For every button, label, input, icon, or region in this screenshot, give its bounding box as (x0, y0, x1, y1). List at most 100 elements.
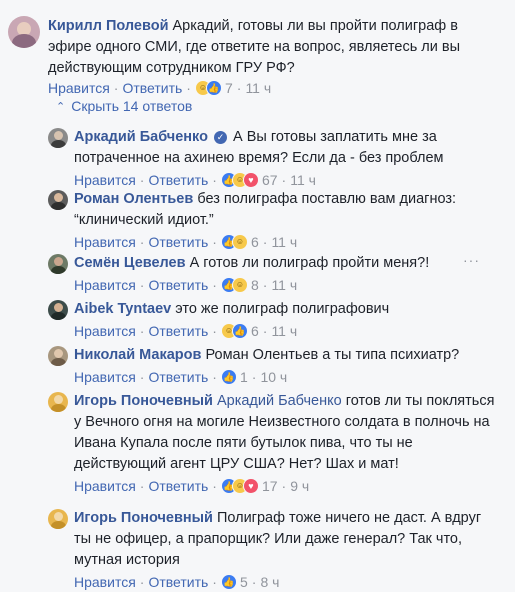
reactions[interactable]: 👍 ☺ ♥ (220, 478, 259, 494)
reply-comment: Аркадий Бабченко ✓ А Вы готовы заплатить… (48, 127, 508, 189)
reaction-count[interactable]: 6 (251, 322, 259, 340)
separator: · (281, 172, 287, 188)
comment-author[interactable]: Аркадий Бабченко (74, 129, 208, 145)
avatar[interactable] (48, 346, 68, 366)
like-button[interactable]: Нравится (74, 276, 136, 294)
timestamp[interactable]: 11 ч (271, 233, 297, 251)
reaction-count[interactable]: 5 (240, 573, 248, 591)
comment-author[interactable]: Кирилл Полевой (48, 18, 168, 34)
separator: · (139, 172, 145, 188)
avatar[interactable] (48, 509, 68, 529)
like-button[interactable]: Нравится (74, 368, 136, 386)
chevron-up-icon: ⌃ (56, 100, 66, 113)
separator: · (251, 574, 257, 590)
reply-button[interactable]: Ответить (148, 233, 208, 251)
reactions[interactable]: 👍 ☺ (220, 277, 248, 293)
reply-button[interactable]: Ответить (148, 276, 208, 294)
comment-text: это же полиграф полиграфович (175, 301, 390, 317)
reactions[interactable]: 👍 (220, 574, 237, 590)
separator: · (212, 172, 217, 188)
reply-button[interactable]: Ответить (148, 477, 208, 495)
like-button[interactable]: Нравится (74, 233, 136, 251)
comment-actions: Нравится · Ответить · 👍 ☺ 8 · 11 ч (74, 276, 499, 294)
reactions[interactable]: 👍 ☺ (220, 234, 248, 250)
like-icon: 👍 (220, 369, 237, 385)
avatar[interactable] (48, 190, 68, 210)
like-icon: 👍 (231, 323, 248, 339)
timestamp[interactable]: 11 ч (271, 322, 297, 340)
reply-comment: Игорь Поночевный Полиграф тоже ничего не… (48, 508, 508, 591)
separator: · (139, 478, 145, 494)
separator: · (212, 277, 217, 293)
comment-author[interactable]: Роман Олентьев (74, 191, 193, 207)
comment-actions: Нравится · Ответить · ☺ 👍 7 · 11 ч (48, 79, 272, 97)
comment-body: Семён Цевелев А готов ли полиграф пройти… (74, 253, 499, 274)
timestamp[interactable]: 9 ч (290, 477, 309, 495)
comment-author[interactable]: Aibek Tyntaev (74, 301, 171, 317)
like-icon: 👍 (205, 80, 222, 96)
top-comment: Кирилл Полевой Аркадий, готовы ли вы про… (8, 16, 508, 97)
comment-actions: Нравится · Ответить · ☺ 👍 6 · 11 ч (74, 322, 499, 340)
comment-actions: Нравится · Ответить · 👍 1 · 10 ч (74, 368, 499, 386)
like-button[interactable]: Нравится (74, 171, 136, 189)
separator: · (212, 478, 217, 494)
comment-body: Игорь Поночевный Аркадий Бабченко готов … (74, 391, 499, 475)
comment-body: Aibek Tyntaev это же полиграф полиграфов… (74, 299, 499, 320)
separator: · (139, 369, 145, 385)
reaction-count[interactable]: 17 (262, 477, 278, 495)
reply-comment: Aibek Tyntaev это же полиграф полиграфов… (48, 299, 508, 340)
like-button[interactable]: Нравится (48, 79, 110, 97)
reactions[interactable]: ☺ 👍 (220, 323, 248, 339)
like-button[interactable]: Нравится (74, 322, 136, 340)
reaction-count[interactable]: 67 (262, 171, 278, 189)
haha-icon: ☺ (231, 234, 248, 250)
comment-author[interactable]: Николай Макаров (74, 347, 201, 363)
haha-icon: ☺ (231, 277, 248, 293)
avatar[interactable] (8, 16, 40, 48)
timestamp[interactable]: 11 ч (271, 276, 297, 294)
reactions[interactable]: ☺ 👍 (194, 80, 222, 96)
comment-text: А готов ли полиграф пройти меня?! (189, 255, 430, 271)
separator: · (139, 574, 145, 590)
timestamp[interactable]: 8 ч (260, 573, 279, 591)
separator: · (262, 323, 268, 339)
reply-comment: Семён Цевелев А готов ли полиграф пройти… (48, 253, 508, 294)
timestamp[interactable]: 11 ч (290, 171, 316, 189)
separator: · (212, 234, 217, 250)
comment-author[interactable]: Игорь Поночевный (74, 393, 213, 409)
comment-author[interactable]: Семён Цевелев (74, 255, 186, 271)
reply-button[interactable]: Ответить (148, 322, 208, 340)
comment-text: Роман Олентьев а ты типа психиатр? (205, 347, 460, 363)
avatar[interactable] (48, 392, 68, 412)
comment-author[interactable]: Игорь Поночевный (74, 510, 213, 526)
reaction-count[interactable]: 7 (225, 79, 233, 97)
separator: · (251, 369, 257, 385)
reaction-count[interactable]: 8 (251, 276, 259, 294)
reactions[interactable]: 👍 ☺ ♥ (220, 172, 259, 188)
reply-button[interactable]: Ответить (148, 171, 208, 189)
reaction-count[interactable]: 1 (240, 368, 248, 386)
reply-button[interactable]: Ответить (148, 368, 208, 386)
reaction-count[interactable]: 6 (251, 233, 259, 251)
comment-body: Аркадий Бабченко ✓ А Вы готовы заплатить… (74, 127, 499, 169)
hide-replies-link[interactable]: ⌃ Скрыть 14 ответов (56, 98, 192, 114)
separator: · (139, 277, 145, 293)
avatar[interactable] (48, 128, 68, 148)
timestamp[interactable]: 11 ч (245, 79, 271, 97)
reactions[interactable]: 👍 (220, 369, 237, 385)
comments-thread: Кирилл Полевой Аркадий, готовы ли вы про… (0, 0, 515, 592)
reply-button[interactable]: Ответить (148, 573, 208, 591)
avatar[interactable] (48, 254, 68, 274)
timestamp[interactable]: 10 ч (260, 368, 287, 386)
separator: · (212, 574, 217, 590)
mention-link[interactable]: Аркадий Бабченко (217, 393, 342, 409)
avatar[interactable] (48, 300, 68, 320)
comment-body: Роман Олентьев без полиграфа поставлю ва… (74, 189, 499, 231)
separator: · (262, 277, 268, 293)
comment-actions: Нравится · Ответить · 👍 5 · 8 ч (74, 573, 499, 591)
like-button[interactable]: Нравится (74, 477, 136, 495)
love-icon: ♥ (242, 172, 259, 188)
reply-button[interactable]: Ответить (122, 79, 182, 97)
separator: · (212, 323, 217, 339)
like-button[interactable]: Нравится (74, 573, 136, 591)
